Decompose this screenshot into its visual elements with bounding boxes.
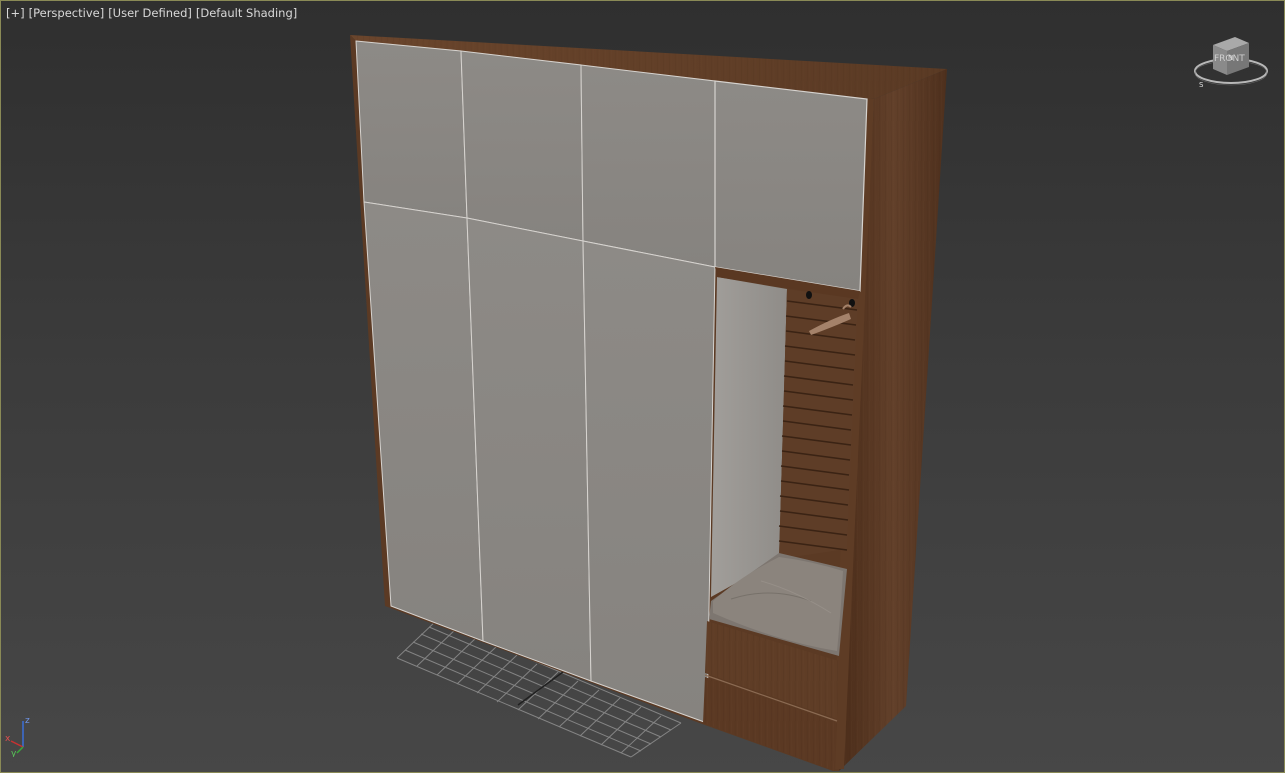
niche-back — [711, 277, 787, 597]
wardrobe-model[interactable] — [350, 35, 947, 771]
viewcube-compass-n: N — [1228, 54, 1233, 62]
y-axis-line — [16, 746, 24, 754]
x-axis-label: x — [5, 734, 11, 744]
y-axis-label: y — [11, 749, 17, 757]
scene-canvas[interactable] — [1, 1, 1285, 773]
lower-door-1 — [363, 201, 484, 642]
lower-door-2 — [466, 217, 592, 682]
upper-door-4 — [714, 80, 868, 292]
z-axis-label: z — [25, 716, 30, 726]
x-axis-line — [10, 740, 24, 748]
upper-door-1 — [355, 40, 468, 219]
upper-door-2 — [460, 50, 584, 242]
axis-tripod: z x y — [5, 716, 30, 757]
perspective-viewport[interactable]: [+] [Perspective] [User Defined] [Default S… — [0, 0, 1285, 773]
viewcube[interactable]: FRONT N S — [1191, 31, 1271, 93]
viewcube-compass-s: S — [1199, 81, 1204, 89]
upper-door-3 — [580, 64, 716, 268]
lower-door-3 — [582, 240, 716, 724]
